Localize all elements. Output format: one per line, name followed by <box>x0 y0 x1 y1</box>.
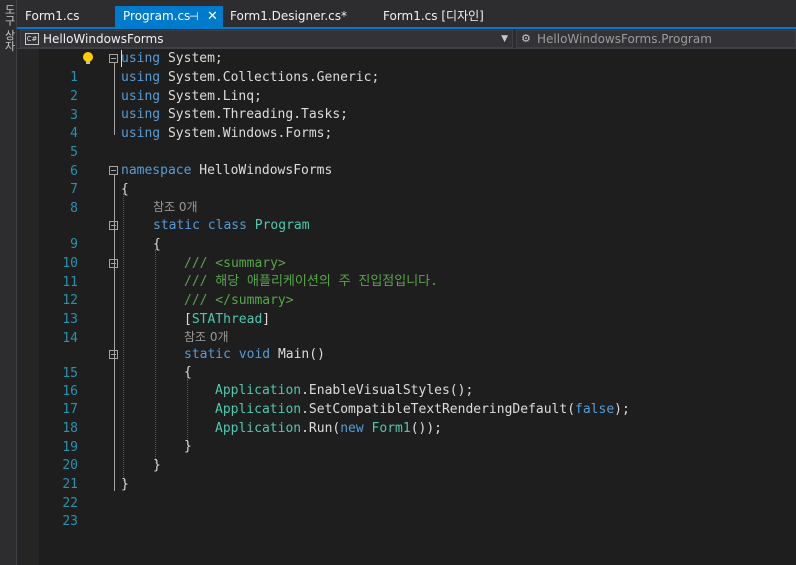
attribute-name: STAThread <box>191 312 263 327</box>
csharp-file-icon: C# <box>25 33 39 45</box>
tab-label: Form1.cs [디자인] <box>383 9 484 23</box>
code-line[interactable]: 14 [STAThread] <box>17 310 796 346</box>
keyword: using <box>121 70 161 85</box>
keyword: namespace <box>121 163 192 178</box>
code-line[interactable]: 4 using System.Threading.Tasks; <box>17 105 796 141</box>
tab-program-cs[interactable]: Program.cs ⊣ ✕ <box>115 6 223 27</box>
reference-count-hint[interactable]: 참조 0개 <box>153 200 198 214</box>
code-lens-line: 참조 0개 <box>17 198 796 217</box>
code-text: { <box>184 365 192 380</box>
code-text: ] <box>262 312 271 327</box>
code-editor[interactable]: 1 using System; 2 using System.Collectio… <box>17 49 796 565</box>
document-tab-bar: Form1.cs Program.cs ⊣ ✕ Form1.Designer.c… <box>17 0 796 27</box>
type-name: Application <box>215 383 302 398</box>
code-text: System.Windows.Forms; <box>160 126 333 141</box>
code-line[interactable]: 7 namespace HelloWindowsForms <box>17 161 796 197</box>
keyword: false <box>575 402 615 417</box>
type-name: Application <box>215 402 302 417</box>
keyword: using <box>121 126 161 141</box>
pin-icon[interactable]: ⊣ <box>189 6 199 27</box>
code-text: System.Collections.Generic; <box>160 70 380 85</box>
code-line[interactable]: 19 Application.Run(new Form1()); <box>17 419 796 455</box>
line-number: 23 <box>62 514 78 529</box>
tab-label: Program.cs <box>123 9 191 23</box>
code-line[interactable]: 5 using System.Windows.Forms; <box>17 124 796 160</box>
code-text: .EnableVisualStyles(); <box>301 383 474 398</box>
code-line[interactable]: 12 /// 해당 애플리케이션의 주 진입점입니다. <box>17 272 796 308</box>
code-text: HelloWindowsForms <box>191 163 333 178</box>
code-text: System.Threading.Tasks; <box>160 107 348 122</box>
reference-count-hint[interactable]: 참조 0개 <box>184 330 229 344</box>
class-name: HelloWindowsForms.Program <box>537 32 712 46</box>
class-dropdown[interactable]: ⚙ HelloWindowsForms.Program <box>516 30 796 48</box>
tab-label: Form1.Designer.cs* <box>230 9 347 23</box>
code-text: ()); <box>410 421 442 436</box>
keyword: using <box>121 89 161 104</box>
code-text: System; <box>160 51 223 66</box>
code-text: } <box>121 477 129 492</box>
keyword: using <box>121 51 161 66</box>
code-text: () <box>309 347 325 362</box>
comment: /// <summary> <box>184 256 286 271</box>
code-text: } <box>153 458 161 473</box>
code-line[interactable]: 1 using System; <box>17 49 796 85</box>
lightbulb-icon[interactable] <box>81 51 95 66</box>
type-name: Application <box>215 421 302 436</box>
type-name: Program <box>254 218 310 233</box>
collapse-toggle[interactable] <box>109 350 118 359</box>
class-icon: ⚙ <box>521 32 531 45</box>
close-icon[interactable]: ✕ <box>207 6 218 27</box>
chevron-down-icon[interactable]: ▼ <box>501 31 508 47</box>
toolbox-strip[interactable]: 도구 상자 <box>0 0 17 565</box>
code-line[interactable]: 22 } <box>17 475 796 511</box>
code-text: .SetCompatibleTextRenderingDefault( <box>301 402 576 417</box>
code-line[interactable]: 20 } <box>17 437 796 473</box>
code-text: ); <box>614 402 630 417</box>
comment: /// 해당 애플리케이션의 주 진입점입니다. <box>184 274 438 289</box>
tab-form1-designer-cs[interactable]: Form1.Designer.cs* <box>222 6 372 27</box>
tab-label: Form1.cs <box>25 9 80 23</box>
code-text: System.Linq; <box>160 89 262 104</box>
tab-form1-design[interactable]: Form1.cs [디자인] <box>375 6 495 27</box>
keyword: using <box>121 107 161 122</box>
tab-form1-cs[interactable]: Form1.cs <box>17 6 115 27</box>
collapse-toggle[interactable] <box>109 166 118 175</box>
code-line[interactable]: 3 using System.Linq; <box>17 87 796 123</box>
keyword: static <box>184 347 231 362</box>
project-dropdown[interactable]: C# HelloWindowsForms ▼ <box>20 30 513 48</box>
code-line[interactable]: 23 <box>17 493 796 529</box>
code-line[interactable]: 21 } <box>17 456 796 492</box>
method-name: Main <box>277 347 310 362</box>
keyword: class <box>207 218 247 233</box>
code-line[interactable]: 6 <box>17 143 796 179</box>
code-line[interactable]: 18 Application.SetCompatibleTextRenderin… <box>17 400 796 436</box>
code-line[interactable]: 17 Application.EnableVisualStyles(); <box>17 381 796 417</box>
code-line[interactable]: 13 /// </summary> <box>17 291 796 327</box>
code-line[interactable]: 16 { <box>17 363 796 399</box>
navigation-bar: C# HelloWindowsForms ▼ ⚙ HelloWindowsFor… <box>17 29 796 49</box>
keyword: void <box>238 347 271 362</box>
project-name: HelloWindowsForms <box>43 32 164 46</box>
code-line[interactable]: 15 static void Main() <box>17 345 796 381</box>
keyword: new <box>340 421 364 436</box>
code-text: .Run( <box>301 421 341 436</box>
code-line[interactable]: 11 /// <summary> <box>17 254 796 290</box>
code-text: { <box>121 182 129 197</box>
keyword: static <box>153 218 200 233</box>
code-line[interactable]: 9 static class Program <box>17 216 796 252</box>
code-text: { <box>153 237 161 252</box>
code-text: [ <box>184 312 192 327</box>
code-line[interactable]: 2 using System.Collections.Generic; <box>17 68 796 104</box>
toolbox-label[interactable]: 도구 상자 <box>1 4 16 52</box>
comment: /// </summary> <box>184 293 294 308</box>
collapse-toggle[interactable] <box>109 259 118 268</box>
collapse-toggle[interactable] <box>109 54 118 63</box>
code-line[interactable]: 10 { <box>17 235 796 271</box>
collapse-toggle[interactable] <box>109 221 118 230</box>
code-text: } <box>184 439 192 454</box>
code-line[interactable]: 8 { <box>17 180 796 216</box>
type-name: Form1 <box>371 421 411 436</box>
